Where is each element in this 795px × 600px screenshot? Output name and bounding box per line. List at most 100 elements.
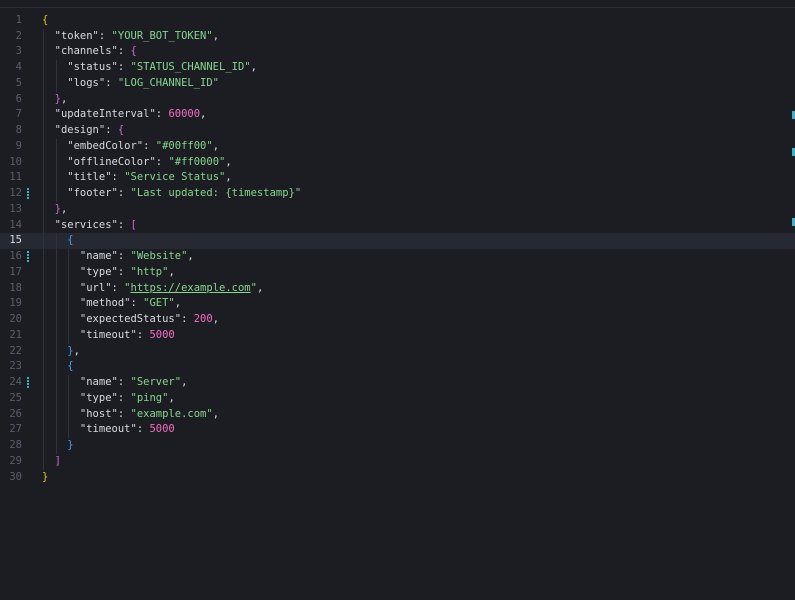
indent-guide [55,390,57,407]
indent-guide [43,186,44,202]
git-change-marker[interactable] [27,377,29,390]
code-token: "type" [79,265,118,278]
code-line[interactable]: 10 "offlineColor": "#ff0000", [0,154,795,171]
code-line[interactable]: 14 "services": [ [0,217,795,234]
code-line[interactable]: 23 { [0,359,795,376]
code-token: "design" [54,124,106,137]
line-code: { [67,359,73,375]
code-line[interactable]: 15 { [0,233,795,250]
code-token: "STATUS_CHANNEL_ID" [130,61,251,74]
code-line[interactable]: 28} [0,438,795,454]
line-number: 6 [15,92,22,105]
code-line[interactable]: 20 "expectedStatus": 200, [0,312,795,328]
code-line[interactable]: 9 "embedColor": "#00ff00", [0,138,795,155]
git-change-marker[interactable] [27,251,29,264]
indent-guide [55,264,57,281]
indent-guide [68,390,70,407]
indent-guide [55,422,57,439]
indent-guide [43,359,44,376]
code-line[interactable]: 3 "channels": { [0,44,795,61]
code-line[interactable]: 17 "type": "http", [0,264,795,281]
code-line[interactable]: 19 "method": "GET", [0,296,795,313]
code-token: 5000 [149,423,175,436]
code-token: [ [130,218,137,231]
code-token: "name" [79,250,118,263]
code-line[interactable]: 27 "timeout": 5000 [0,422,795,439]
code-token: : [155,155,169,168]
code-token: , [212,313,220,326]
code-line[interactable]: 29] [0,453,795,470]
code-line[interactable]: 26 "host": "example.com", [0,406,795,423]
code-token: , [181,376,188,389]
code-line[interactable]: 16 "name": "Website", [0,249,795,265]
indent-guide [68,406,70,423]
line-number: 29 [9,454,22,467]
line-code: "embedColor": "#00ff00", [67,139,219,155]
indent-guide [43,312,44,328]
indent-guide [68,280,70,297]
line-number: 10 [9,155,22,168]
indent-guide [43,154,44,171]
indent-guide [43,375,44,391]
code-line[interactable]: 25 "type": "ping", [0,390,795,407]
code-token: : [117,45,131,58]
line-code: ] [55,454,61,470]
indent-guide [43,138,44,155]
code-line[interactable]: 5 "logs": "LOG_CHANNEL_ID" [0,75,795,92]
code-token: : [117,265,131,278]
code-token: , [174,297,182,310]
code-editor[interactable]: 1{2 "token": "YOUR_BOT_TOKEN", 3 "channels"… [0,0,795,600]
git-change-marker[interactable] [27,188,29,201]
indent-guide [68,312,70,328]
line-number: 22 [9,344,22,357]
code-line[interactable]: 4 "status": "STATUS_CHANNEL_ID", [0,60,795,76]
indent-guide [43,123,44,139]
code-line[interactable]: 11 "title": "Service Status", [0,170,795,187]
code-line[interactable]: 22}, [0,343,795,360]
code-line[interactable]: 30} [0,470,795,486]
indent-guide [68,422,70,439]
line-code: "name": "Website", [80,249,194,265]
line-number: 7 [15,108,22,121]
code-token: "name" [79,376,118,389]
code-line[interactable]: 13}, [0,201,795,218]
line-code: }, [67,344,80,360]
code-token: , [200,108,207,121]
indent-guide [55,359,57,376]
code-lines[interactable]: 1{2 "token": "YOUR_BOT_TOKEN", 3 "channels"… [0,13,795,486]
line-number: 16 [9,250,22,263]
code-line[interactable]: 7 "updateInterval": 60000, [0,107,795,124]
line-code: "footer": "Last updated: {timestamp}" [67,186,301,202]
code-token: 5000 [149,328,175,341]
code-token: : [98,29,112,42]
code-line[interactable]: 21 "timeout": 5000 [0,327,795,344]
code-token: : [117,61,131,74]
line-number: 18 [9,281,22,294]
line-code: "channels": { [55,44,137,60]
code-token: , [250,61,257,74]
code-token: "Website" [130,250,188,263]
code-line[interactable]: 8 "design": { [0,123,795,139]
indent-guide [43,107,44,124]
code-line[interactable]: 1{ [0,13,795,29]
code-token: : [136,328,150,341]
code-line[interactable]: 24 "name": "Server", [0,375,795,391]
code-token: : [181,313,194,326]
code-token: { [67,360,74,373]
line-number: 23 [9,360,22,373]
indent-guide [55,406,57,423]
line-number: 25 [9,391,22,404]
code-line[interactable]: 6}, [0,91,795,108]
line-number: 13 [9,202,22,215]
line-number: 15 [9,234,22,247]
indent-guide [55,343,57,360]
code-line[interactable]: 18 "url": "https://example.com", [0,280,795,297]
code-line[interactable]: 12 "footer": "Last updated: {timestamp}" [0,186,795,202]
url-link[interactable]: https://example.com [131,282,251,294]
code-token: "logs" [67,76,106,89]
line-code: "host": "example.com", [80,407,219,423]
indent-guide [43,327,44,344]
code-token: "channels" [54,45,118,58]
code-line[interactable]: 2 "token": "YOUR_BOT_TOKEN", [0,28,795,45]
line-number: 19 [9,297,22,310]
